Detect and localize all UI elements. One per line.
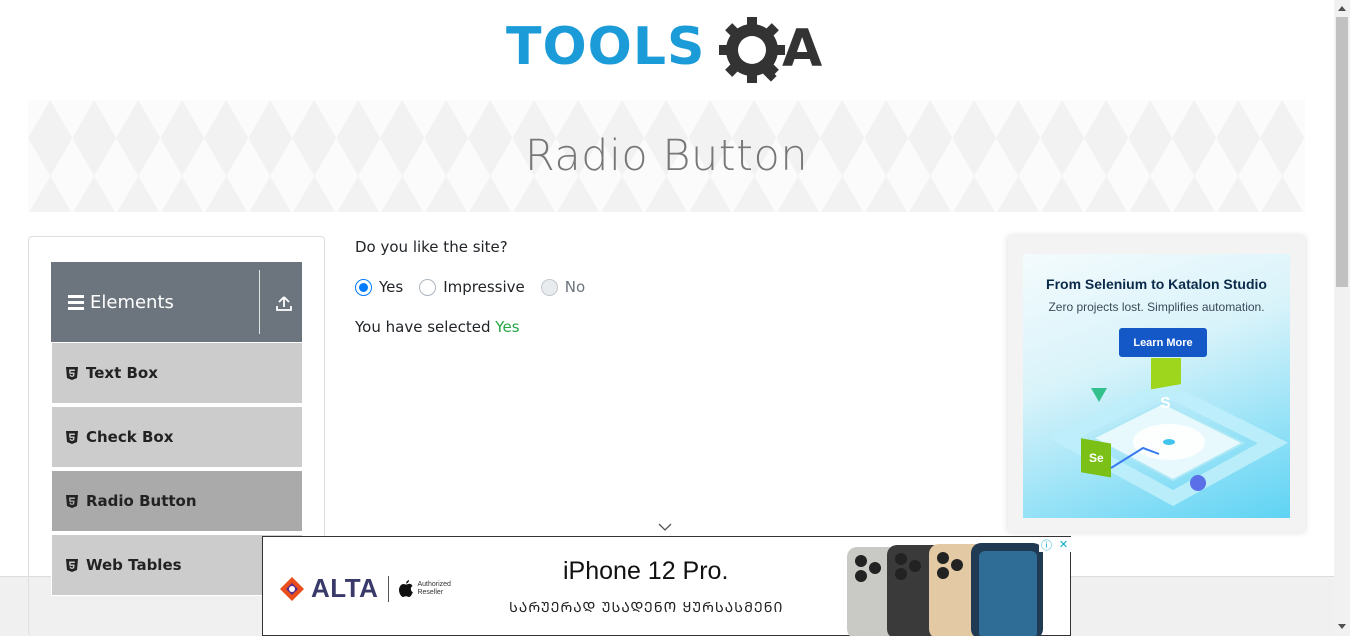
ad-subtitle: ᲡᲐᲠᲣᲔᲠᲐᲓ ᲣᲡᲐᲓᲔᲜᲝ ᲧᲣᲠᲡᲐᲡᲛᲔᲜᲘ <box>509 600 784 616</box>
iphone-image <box>847 543 1043 636</box>
ad-subtitle: Zero projects lost. Simplifies automatio… <box>1048 300 1265 314</box>
toolsqa-logo[interactable]: TOOLS A <box>506 14 830 92</box>
radio-impressive[interactable] <box>419 278 437 296</box>
svg-text:S: S <box>1160 395 1171 412</box>
radio-option-no: No <box>540 278 586 296</box>
scroll-up-arrow[interactable] <box>1338 6 1346 11</box>
adchoices-icon[interactable]: ⓘ <box>1039 537 1054 552</box>
alta-mark-icon <box>280 576 304 601</box>
scroll-thumb[interactable] <box>1336 17 1348 287</box>
ad-illustration: S Se <box>1047 358 1289 506</box>
alta-brand: ALTA <box>311 573 379 603</box>
ad-title: From Selenium to Katalon Studio <box>1046 276 1267 292</box>
svg-text:Se: Se <box>1089 451 1104 465</box>
page-title: Radio Button <box>524 131 809 181</box>
sidebar-item-label: Web Tables <box>86 556 182 574</box>
ad-choices[interactable]: ⓘ ✕ <box>1039 537 1071 552</box>
sidebar-item-check-box[interactable]: Check Box <box>51 406 302 468</box>
radio-group: Yes Impressive No <box>355 278 601 296</box>
divider <box>388 575 390 602</box>
selection-result: You have selected Yes <box>355 318 520 336</box>
sidebar-item-label: Radio Button <box>86 492 197 510</box>
apple-icon <box>399 580 414 597</box>
result-prefix: You have selected <box>355 318 491 336</box>
scrollbar[interactable] <box>1334 0 1350 636</box>
result-value: Yes <box>495 318 520 336</box>
ad-title: iPhone 12 Pro. <box>563 557 729 585</box>
sidebar-group-elements[interactable]: Elements <box>51 262 302 342</box>
learn-more-button[interactable]: Learn More <box>1119 328 1207 357</box>
alta-logo: ALTA Authorized Reseller <box>279 573 451 604</box>
sidebar-item-label: Check Box <box>86 428 174 446</box>
chevron-down-icon[interactable] <box>658 522 672 532</box>
html5-icon <box>66 366 78 380</box>
html5-icon <box>66 558 78 572</box>
html5-icon <box>66 494 78 508</box>
close-icon[interactable]: ✕ <box>1056 537 1071 552</box>
scroll-down-arrow[interactable] <box>1338 624 1346 629</box>
svg-text:TOOLS: TOOLS <box>506 17 705 77</box>
radio-yes[interactable] <box>355 278 372 296</box>
sidebar-group-label: Elements <box>90 291 174 313</box>
page-banner: Radio Button <box>28 100 1305 212</box>
ad-right[interactable]: From Selenium to Katalon Studio Zero pro… <box>1008 236 1305 532</box>
svg-text:A: A <box>782 19 822 79</box>
radio-no <box>540 278 558 296</box>
radio-label-impressive[interactable]: Impressive <box>443 278 525 296</box>
question-text: Do you like the site? <box>355 238 508 256</box>
radio-option-impressive[interactable]: Impressive <box>419 278 525 296</box>
html5-icon <box>66 430 78 444</box>
divider <box>259 270 260 334</box>
radio-label-yes[interactable]: Yes <box>379 278 403 296</box>
ad-creative[interactable]: From Selenium to Katalon Studio Zero pro… <box>1023 254 1290 518</box>
radio-label-no: No <box>564 278 586 296</box>
sidebar-item-text-box[interactable]: Text Box <box>51 342 302 404</box>
upload-icon[interactable] <box>275 294 293 312</box>
ad-bottom[interactable]: ALTA Authorized Reseller iPhone 12 Pro. … <box>262 536 1071 636</box>
hamburger-icon <box>68 294 84 310</box>
radio-option-yes[interactable]: Yes <box>355 278 403 296</box>
sidebar-item-radio-button[interactable]: Radio Button <box>51 470 302 532</box>
apple-reseller-text: Authorized Reseller <box>417 580 451 596</box>
sidebar-item-label: Text Box <box>86 364 158 382</box>
